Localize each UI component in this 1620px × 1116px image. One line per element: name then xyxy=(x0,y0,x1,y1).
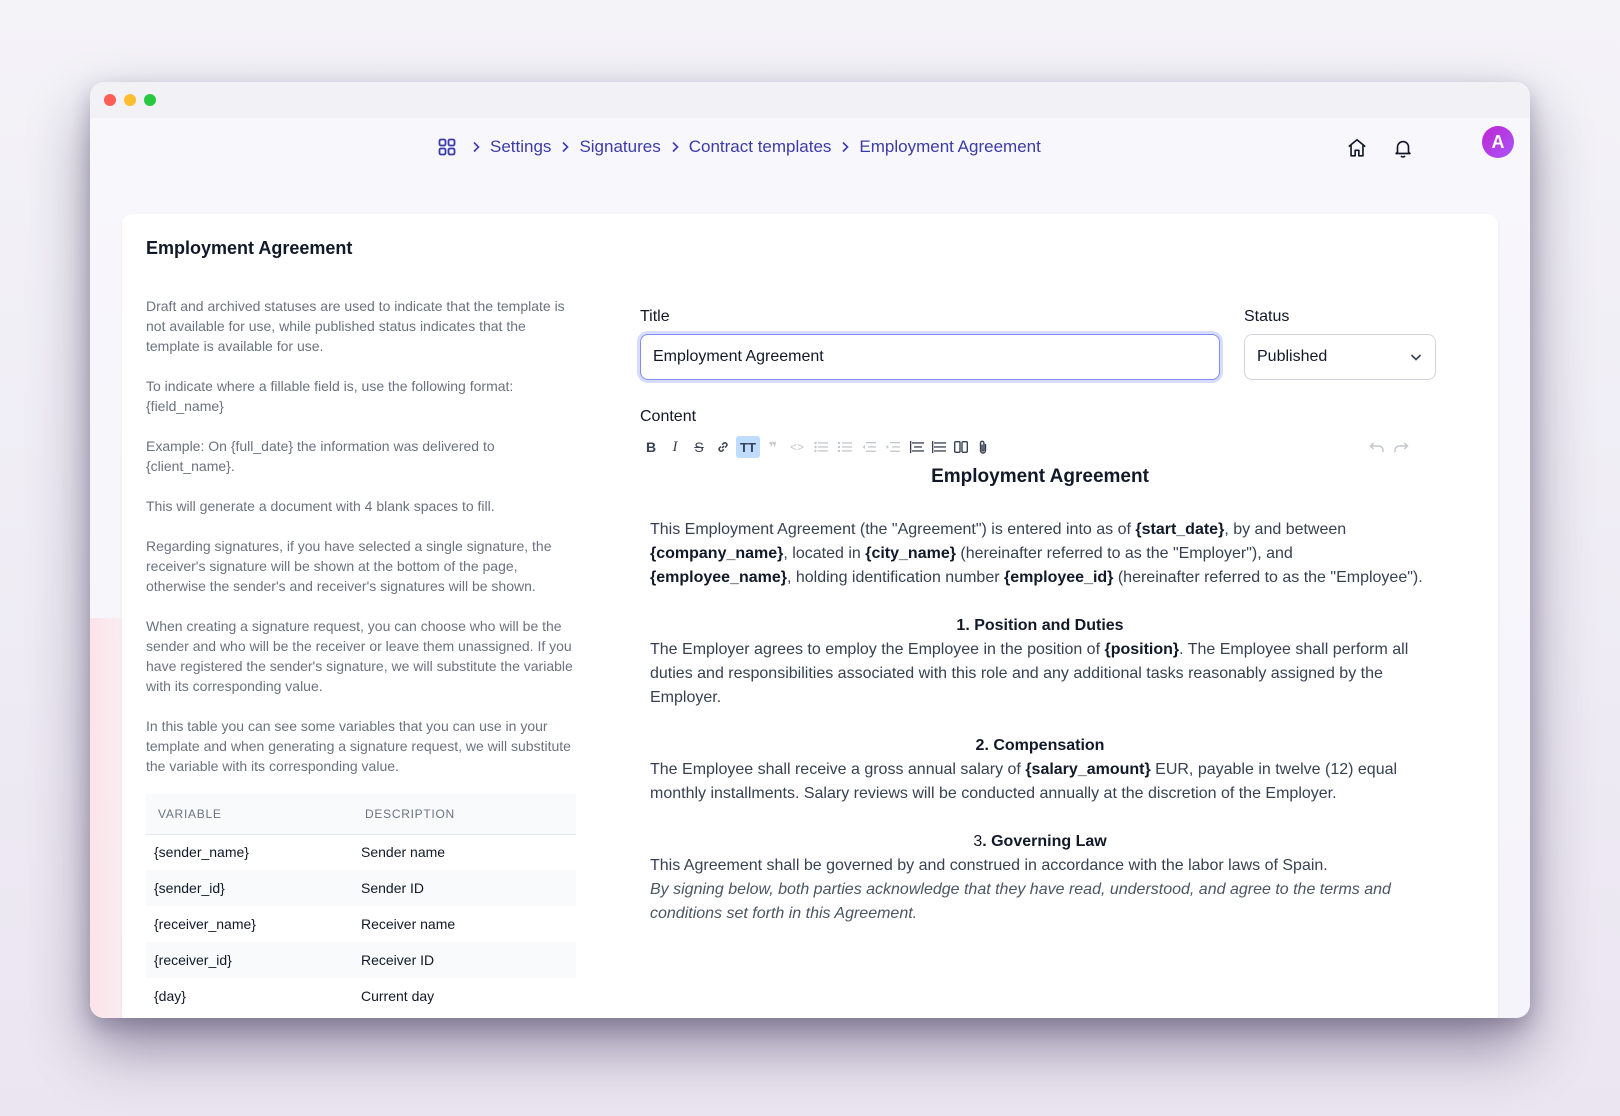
status-select[interactable]: Published xyxy=(1244,334,1436,380)
undo-icon[interactable] xyxy=(1366,436,1388,458)
outdent-icon[interactable] xyxy=(858,436,880,458)
table-row: {sender_name} Sender name xyxy=(154,844,446,861)
bold-icon[interactable]: B xyxy=(640,436,662,458)
editor-toolbar: B I S TT ❞ <> xyxy=(640,436,1430,458)
section-heading-position: 1. Position and Duties xyxy=(956,617,1124,634)
link-icon[interactable] xyxy=(712,436,734,458)
document-content[interactable]: Employment Agreement This Employment Agr… xyxy=(650,464,1430,926)
chevron-right-icon xyxy=(661,132,689,162)
columns-icon[interactable] xyxy=(950,436,972,458)
status-label: Status xyxy=(1244,308,1290,325)
close-window-button[interactable] xyxy=(104,94,116,106)
variable-company-name: {company_name} xyxy=(650,545,784,562)
align-center-icon[interactable] xyxy=(906,436,928,458)
breadcrumb-current: Employment Agreement xyxy=(859,137,1041,156)
table-row: {receiver_id} Receiver ID xyxy=(146,942,576,978)
help-text: Draft and archived statuses are used to … xyxy=(146,298,573,774)
page-title: Employment Agreement xyxy=(146,238,353,258)
code-icon[interactable]: <> xyxy=(786,436,808,458)
breadcrumb: Settings Signatures Contract templates E… xyxy=(432,132,1041,162)
chevron-right-icon xyxy=(462,132,490,162)
title-input[interactable] xyxy=(640,334,1220,380)
apps-grid-icon[interactable] xyxy=(432,132,462,162)
column-header-description: DESCRIPTION xyxy=(359,794,576,835)
bullet-list-icon[interactable] xyxy=(810,436,832,458)
closing-statement: By signing below, both parties acknowled… xyxy=(650,881,1391,922)
document-intro: This Employment Agreement (the "Agreemen… xyxy=(650,521,1423,586)
align-justify-icon[interactable] xyxy=(928,436,950,458)
app-window: Settings Signatures Contract templates E… xyxy=(90,82,1530,1018)
strikethrough-icon[interactable]: S xyxy=(688,436,710,458)
breadcrumb-settings[interactable]: Settings xyxy=(490,132,551,162)
attachment-icon[interactable] xyxy=(972,436,994,458)
status-value: Published xyxy=(1257,348,1328,365)
title-label: Title xyxy=(640,308,670,325)
breadcrumb-signatures[interactable]: Signatures xyxy=(579,132,660,162)
section-body-compensation: The Employee shall receive a gross annua… xyxy=(650,761,1398,802)
blockquote-icon[interactable]: ❞ xyxy=(762,436,784,458)
variable-city-name: {city_name} xyxy=(865,545,956,562)
template-editor-card: Employment Agreement Draft and archived … xyxy=(122,214,1498,1018)
chevron-down-icon xyxy=(1409,350,1423,369)
minimize-window-button[interactable] xyxy=(124,94,136,106)
variable-employee-id: {employee_id} xyxy=(1004,569,1114,586)
variable-position: {position} xyxy=(1104,641,1180,658)
chevron-right-icon xyxy=(551,132,579,162)
bell-icon[interactable] xyxy=(1388,133,1418,163)
redo-icon[interactable] xyxy=(1390,436,1412,458)
italic-icon[interactable]: I xyxy=(664,436,686,458)
variables-table: VARIABLE DESCRIPTION {sender_name} Sende… xyxy=(146,794,576,1014)
breadcrumb-contract-templates[interactable]: Contract templates xyxy=(689,132,832,162)
section-body-position: The Employer agrees to employ the Employ… xyxy=(650,641,1409,706)
numbered-list-icon[interactable] xyxy=(834,436,856,458)
section-body-governing-law: This Agreement shall be governed by and … xyxy=(650,857,1328,874)
table-row: {receiver_name} Receiver name xyxy=(154,916,456,932)
variable-salary-amount: {salary_amount} xyxy=(1025,761,1151,778)
avatar[interactable]: A xyxy=(1482,126,1514,158)
home-icon[interactable] xyxy=(1342,133,1372,163)
text-size-icon[interactable]: TT xyxy=(736,436,760,458)
content-label: Content xyxy=(640,408,697,425)
indent-icon[interactable] xyxy=(882,436,904,458)
section-heading-governing-law: 3. Governing Law xyxy=(973,833,1107,850)
window-titlebar xyxy=(90,82,1530,118)
variable-start-date: {start_date} xyxy=(1135,521,1225,538)
variable-employee-name: {employee_name} xyxy=(650,569,787,586)
section-heading-compensation: 2. Compensation xyxy=(975,737,1105,754)
column-header-variable: VARIABLE xyxy=(146,794,359,835)
table-row: {day} Current day xyxy=(154,988,435,1004)
table-row: {sender_id} Sender ID xyxy=(146,870,576,906)
maximize-window-button[interactable] xyxy=(144,94,156,106)
chevron-right-icon xyxy=(831,132,859,162)
document-heading: Employment Agreement xyxy=(931,466,1149,487)
